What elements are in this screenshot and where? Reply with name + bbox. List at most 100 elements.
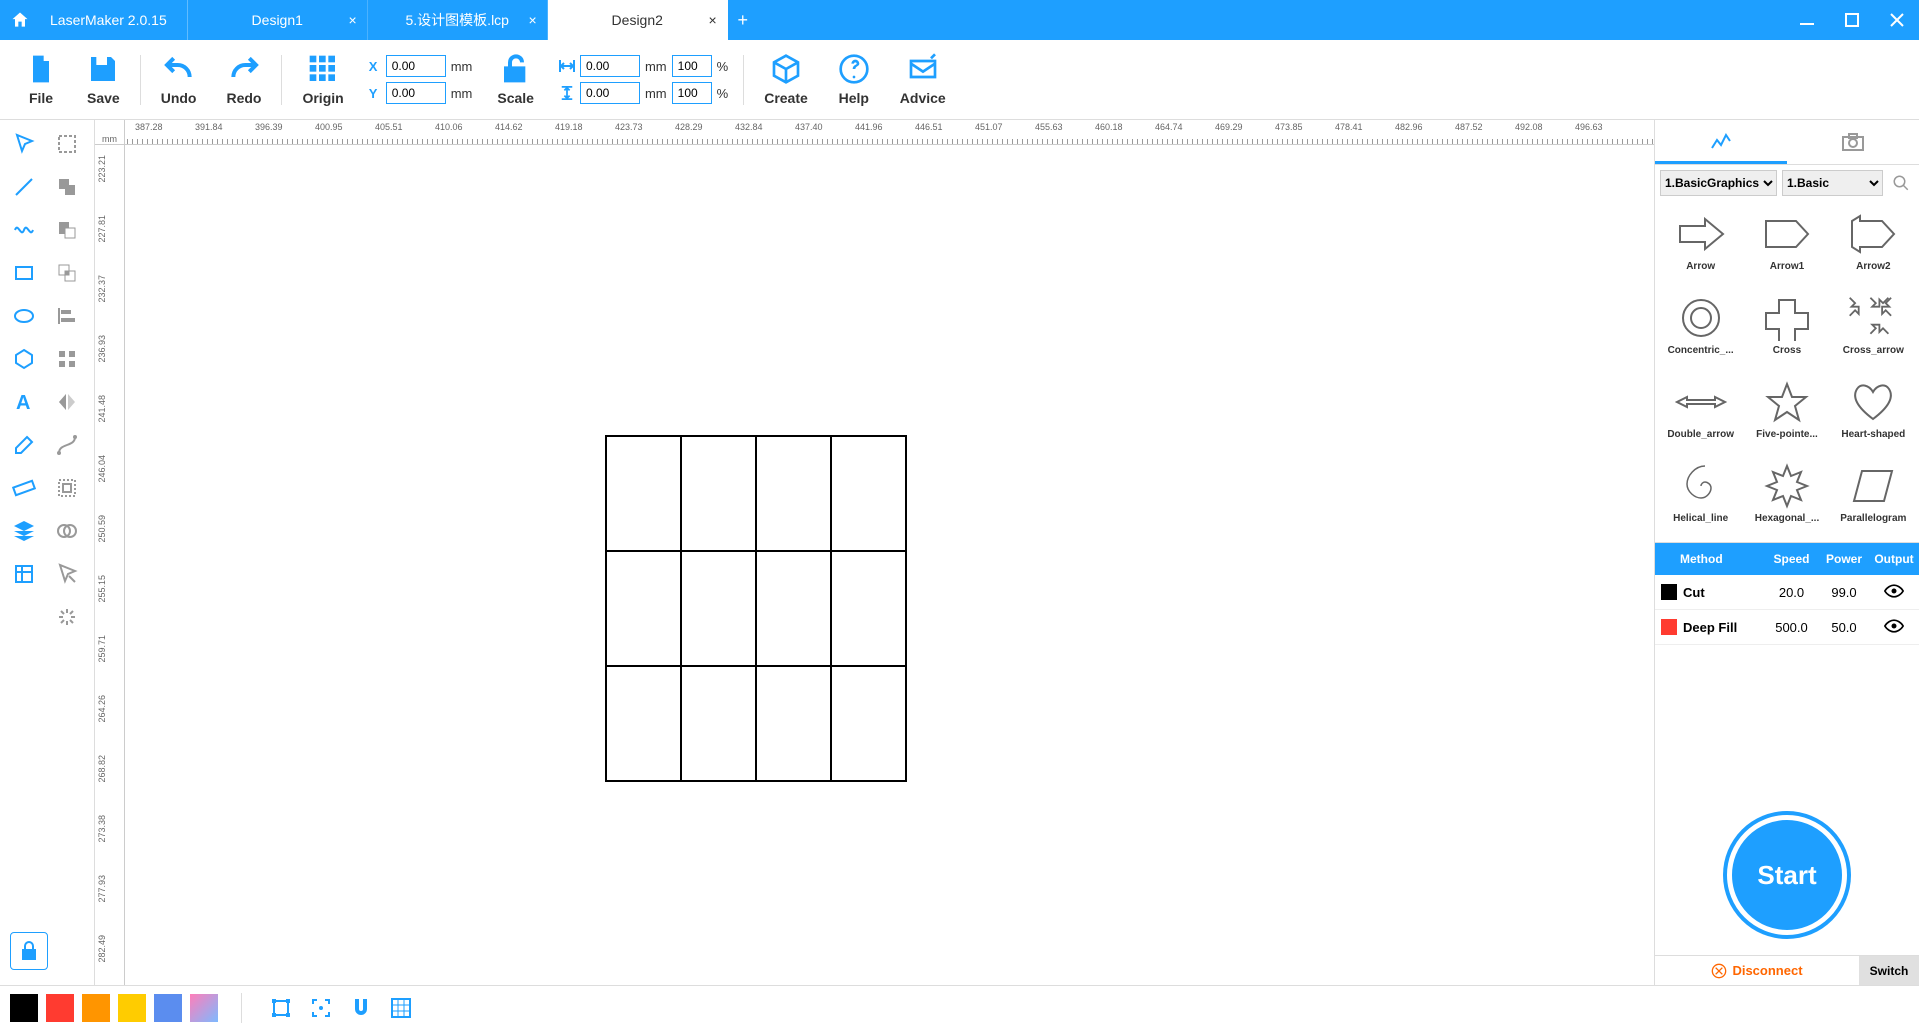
x-input[interactable] [386, 55, 446, 77]
close-icon[interactable]: × [709, 12, 717, 28]
tab-design1[interactable]: Design1 × [188, 0, 368, 40]
help-label: Help [839, 90, 869, 106]
intersect-tool[interactable] [48, 254, 86, 292]
grid-view-tool[interactable] [385, 992, 417, 1024]
color-swatch[interactable] [154, 994, 182, 1022]
text-tool[interactable]: A [5, 383, 43, 421]
color-swatch[interactable] [190, 994, 218, 1022]
color-swatch[interactable] [82, 994, 110, 1022]
file-label: File [29, 90, 53, 106]
curve-tool[interactable] [5, 211, 43, 249]
advice-button[interactable]: Advice [885, 48, 961, 111]
home-button[interactable] [0, 0, 40, 40]
origin-icon [307, 53, 339, 85]
save-button[interactable]: Save [72, 48, 135, 111]
help-button[interactable]: Help [823, 48, 885, 111]
close-icon[interactable]: × [349, 12, 357, 28]
disconnect-button[interactable]: Disconnect [1655, 956, 1859, 985]
layer-row[interactable]: Deep Fill500.050.0 [1655, 610, 1919, 645]
shape-item-heartshaped[interactable]: Heart-shaped [1833, 374, 1914, 453]
height-pct-input[interactable] [672, 82, 712, 104]
redo-button[interactable]: Redo [211, 48, 276, 111]
tab-design2[interactable]: Design2 × [548, 0, 728, 40]
shape-item-fivepointe[interactable]: Five-pointe... [1746, 374, 1827, 453]
shape-item-doublearrow[interactable]: Double_arrow [1660, 374, 1741, 453]
category2-select[interactable]: 1.Basic [1782, 170, 1883, 196]
shape-item-arrow[interactable]: Arrow [1660, 206, 1741, 285]
bounds-tool[interactable] [265, 992, 297, 1024]
outline-tool[interactable] [48, 469, 86, 507]
horizontal-ruler[interactable]: 387.28391.84396.39400.95405.51410.06414.… [125, 120, 1654, 145]
create-button[interactable]: Create [749, 48, 823, 111]
shape-preview [1838, 374, 1908, 429]
array-tool[interactable] [48, 340, 86, 378]
polygon-tool[interactable] [5, 340, 43, 378]
width-icon [559, 59, 575, 73]
width-input[interactable] [580, 55, 640, 77]
focus-tool[interactable] [305, 992, 337, 1024]
shape-item-arrow[interactable]: Arrow2 [1833, 206, 1914, 285]
start-button[interactable]: Start [1727, 815, 1847, 935]
mirror-tool[interactable] [48, 383, 86, 421]
advice-icon [907, 53, 939, 85]
shape-item-helicalline[interactable]: Helical_line [1660, 458, 1741, 537]
add-tab-button[interactable]: + [728, 0, 758, 40]
canvas[interactable] [125, 145, 1654, 985]
scale-button[interactable]: Scale [482, 48, 549, 111]
layers-tool[interactable] [5, 512, 43, 550]
trace-tool[interactable] [48, 555, 86, 593]
grid-shape[interactable] [605, 435, 907, 782]
vertical-ruler[interactable]: 223.21227.81232.37236.93241.48246.04250.… [95, 145, 125, 985]
layer-row[interactable]: Cut20.099.0 [1655, 575, 1919, 610]
shape-item-parallelogram[interactable]: Parallelogram [1833, 458, 1914, 537]
erase-tool[interactable] [5, 426, 43, 464]
subtract-tool[interactable] [48, 211, 86, 249]
ruler-tick: 464.74 [1155, 122, 1183, 132]
layer-visibility-toggle[interactable] [1869, 619, 1919, 636]
table-tool[interactable] [5, 555, 43, 593]
minimize-button[interactable] [1784, 0, 1829, 40]
tab-template[interactable]: 5.设计图模板.lcp × [368, 0, 548, 40]
union-tool[interactable] [48, 168, 86, 206]
rect-tool[interactable] [5, 254, 43, 292]
shape-item-concentric[interactable]: Concentric_... [1660, 290, 1741, 369]
color-swatch[interactable] [118, 994, 146, 1022]
align-tool[interactable] [48, 297, 86, 335]
burst-tool[interactable] [48, 598, 86, 636]
shape-item-arrow[interactable]: Arrow1 [1746, 206, 1827, 285]
ruler-tick: 460.18 [1095, 122, 1123, 132]
document-tabs: Design1 × 5.设计图模板.lcp × Design2 × + [188, 0, 758, 40]
color-swatch[interactable] [10, 994, 38, 1022]
file-button[interactable]: File [10, 48, 72, 111]
line-tool[interactable] [5, 168, 43, 206]
shape-item-cross[interactable]: Cross [1746, 290, 1827, 369]
switch-button[interactable]: Switch [1859, 956, 1919, 985]
search-button[interactable] [1888, 170, 1914, 196]
weld-tool[interactable] [48, 512, 86, 550]
lock-panel-button[interactable] [10, 932, 48, 970]
ruler-tick: 232.37 [97, 275, 107, 303]
origin-button[interactable]: Origin [287, 48, 358, 111]
file-icon [25, 53, 57, 85]
category1-select[interactable]: 1.BasicGraphics [1660, 170, 1777, 196]
camera-tab[interactable] [1787, 120, 1919, 164]
path-edit-tool[interactable] [48, 426, 86, 464]
close-icon[interactable]: × [529, 12, 537, 28]
shape-item-crossarrow[interactable]: Cross_arrow [1833, 290, 1914, 369]
close-button[interactable] [1874, 0, 1919, 40]
shapes-tab[interactable] [1655, 120, 1787, 164]
undo-button[interactable]: Undo [146, 48, 212, 111]
maximize-button[interactable] [1829, 0, 1874, 40]
measure-tool[interactable] [5, 469, 43, 507]
width-pct-input[interactable] [672, 55, 712, 77]
select-tool[interactable] [5, 125, 43, 163]
layer-visibility-toggle[interactable] [1869, 584, 1919, 601]
marquee-tool[interactable] [48, 125, 86, 163]
redo-label: Redo [226, 90, 261, 106]
height-input[interactable] [580, 82, 640, 104]
ellipse-tool[interactable] [5, 297, 43, 335]
y-input[interactable] [386, 82, 446, 104]
shape-item-hexagonal[interactable]: Hexagonal_... [1746, 458, 1827, 537]
color-swatch[interactable] [46, 994, 74, 1022]
magnet-tool[interactable] [345, 992, 377, 1024]
